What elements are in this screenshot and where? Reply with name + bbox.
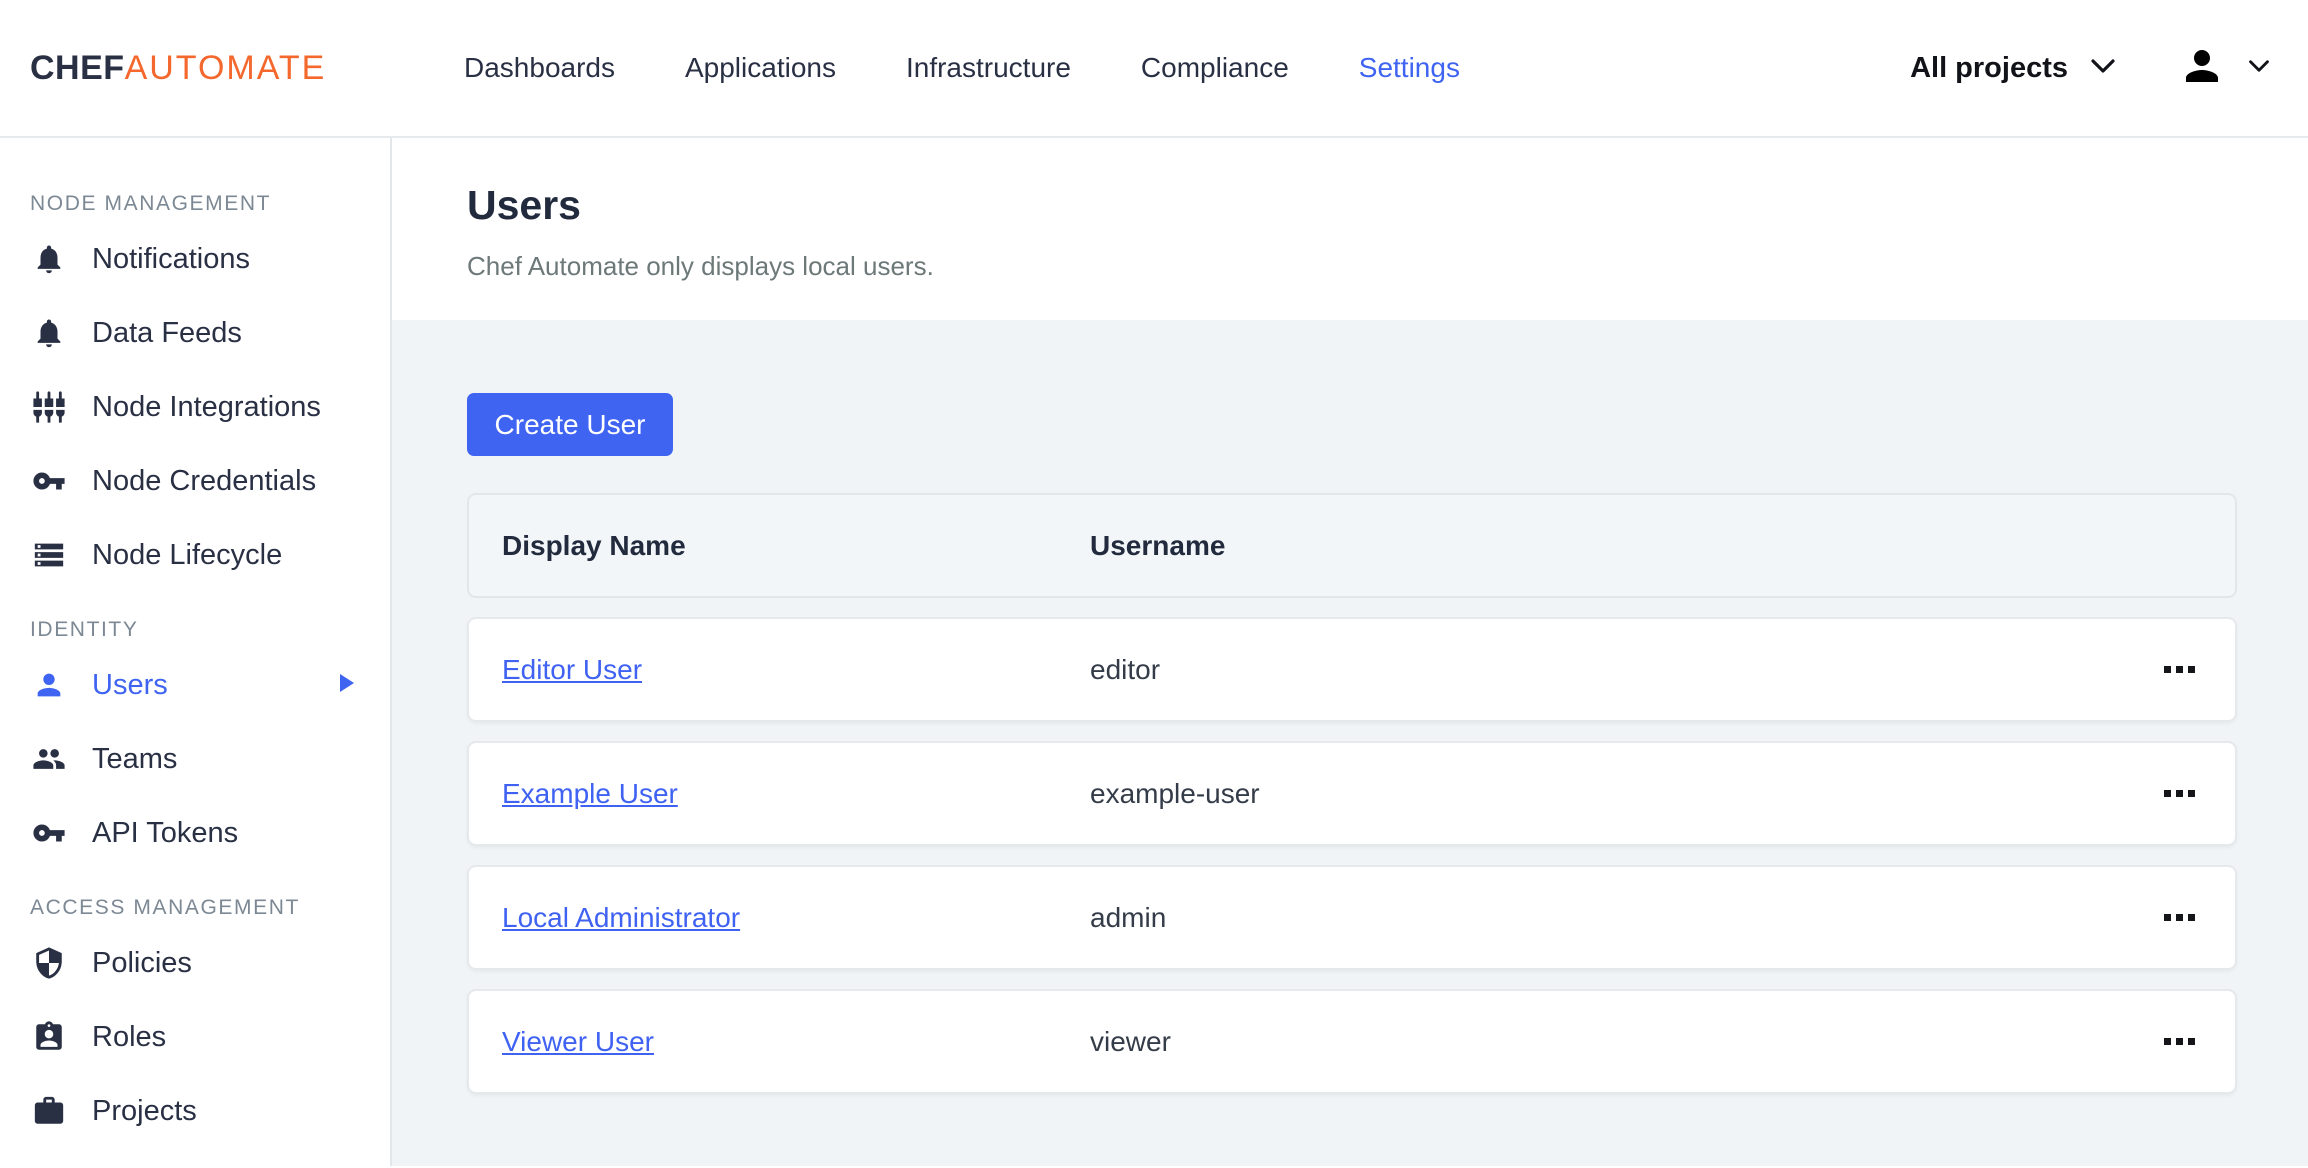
sidebar-section-node-management: NODE MANAGEMENT [30,192,272,215]
person-icon [32,668,66,702]
row-actions-menu-icon[interactable] [2164,914,2195,921]
logo-chef: CHEF [30,48,125,87]
sidebar-item-label: API Tokens [92,816,239,849]
nav-applications[interactable]: Applications [685,52,836,84]
user-link-local-administrator[interactable]: Local Administrator [502,902,740,933]
shield-icon [32,946,66,980]
user-link-viewer[interactable]: Viewer User [502,1026,654,1057]
briefcase-icon [32,1094,66,1128]
chef-automate-logo[interactable]: CHEFAUTOMATE [30,49,326,88]
projects-filter-label: All projects [1910,51,2068,84]
storage-icon [32,538,66,572]
sidebar-item-label: Projects [92,1094,197,1127]
users-table: Display Name Username Editor User editor… [467,493,2237,1094]
sidebar-section-identity: IDENTITY [30,618,139,641]
user-menu[interactable] [2178,42,2270,95]
bell-icon [32,242,66,276]
group-icon [32,742,66,776]
sidebar-item-node-credentials[interactable]: Node Credentials [0,444,390,518]
topbar-right: All projects [1910,42,2270,95]
user-avatar-icon [2178,42,2226,95]
sidebar-item-node-integrations[interactable]: Node Integrations [0,370,390,444]
create-user-button[interactable]: Create User [467,393,673,456]
top-bar: CHEFAUTOMATE Dashboards Applications Inf… [0,0,2308,138]
users-content: Create User Display Name Username Editor… [392,320,2308,1094]
sidebar-item-label: Data Feeds [92,316,242,349]
table-row: Local Administrator admin [467,865,2237,970]
user-link-editor[interactable]: Editor User [502,654,642,685]
username-cell: editor [1090,653,1161,685]
sidebar-section-access-management: ACCESS MANAGEMENT [30,896,300,919]
page-title: Users [467,182,581,228]
bell-icon [32,316,66,350]
user-link-example[interactable]: Example User [502,778,678,809]
active-item-arrow-icon [338,671,356,700]
key-icon [32,464,66,498]
row-actions-menu-icon[interactable] [2164,666,2195,673]
sidebar-item-projects[interactable]: Projects [0,1074,390,1148]
column-header-display-name: Display Name [502,529,686,561]
sidebar-item-label: Node Credentials [92,464,317,497]
username-cell: viewer [1090,1025,1171,1057]
column-header-username: Username [1090,529,1226,561]
username-cell: example-user [1090,777,1260,809]
page-header: Users Chef Automate only displays local … [392,138,2308,320]
nav-settings[interactable]: Settings [1359,52,1460,84]
sidebar-item-api-tokens[interactable]: API Tokens [0,796,390,870]
page-subtitle: Chef Automate only displays local users. [467,251,934,281]
nav-compliance[interactable]: Compliance [1141,52,1289,84]
sidebar-item-label: Teams [92,742,178,775]
sidebar-item-policies[interactable]: Policies [0,926,390,1000]
sidebar-item-label: Notifications [92,242,250,275]
badge-icon [32,1020,66,1054]
chevron-down-icon [2248,58,2270,79]
sidebar-item-label: Users [92,668,168,701]
sidebar-item-label: Node Lifecycle [92,538,283,571]
row-actions-menu-icon[interactable] [2164,790,2195,797]
sidebar-item-teams[interactable]: Teams [0,722,390,796]
plugs-icon [32,390,66,424]
chevron-down-icon [2090,57,2116,80]
settings-sidebar: NODE MANAGEMENT Notifications Data Feeds… [0,138,392,1166]
projects-filter-dropdown[interactable]: All projects [1910,52,2116,85]
table-row: Example User example-user [467,741,2237,846]
row-actions-menu-icon[interactable] [2164,1038,2195,1045]
username-cell: admin [1090,901,1167,933]
sidebar-item-label: Node Integrations [92,390,321,423]
key-icon [32,816,66,850]
nav-dashboards[interactable]: Dashboards [464,52,615,84]
top-navigation: Dashboards Applications Infrastructure C… [464,52,1460,84]
sidebar-item-notifications[interactable]: Notifications [0,222,390,296]
sidebar-item-data-feeds[interactable]: Data Feeds [0,296,390,370]
sidebar-item-node-lifecycle[interactable]: Node Lifecycle [0,518,390,592]
sidebar-item-label: Policies [92,946,192,979]
nav-infrastructure[interactable]: Infrastructure [906,52,1071,84]
sidebar-item-roles[interactable]: Roles [0,1000,390,1074]
table-header-row: Display Name Username [467,493,2237,598]
table-row: Viewer User viewer [467,989,2237,1094]
sidebar-item-label: Roles [92,1020,167,1053]
main-content: Users Chef Automate only displays local … [392,138,2308,1166]
table-row: Editor User editor [467,617,2237,722]
sidebar-item-users[interactable]: Users [0,648,390,722]
logo-automate: AUTOMATE [124,48,327,87]
